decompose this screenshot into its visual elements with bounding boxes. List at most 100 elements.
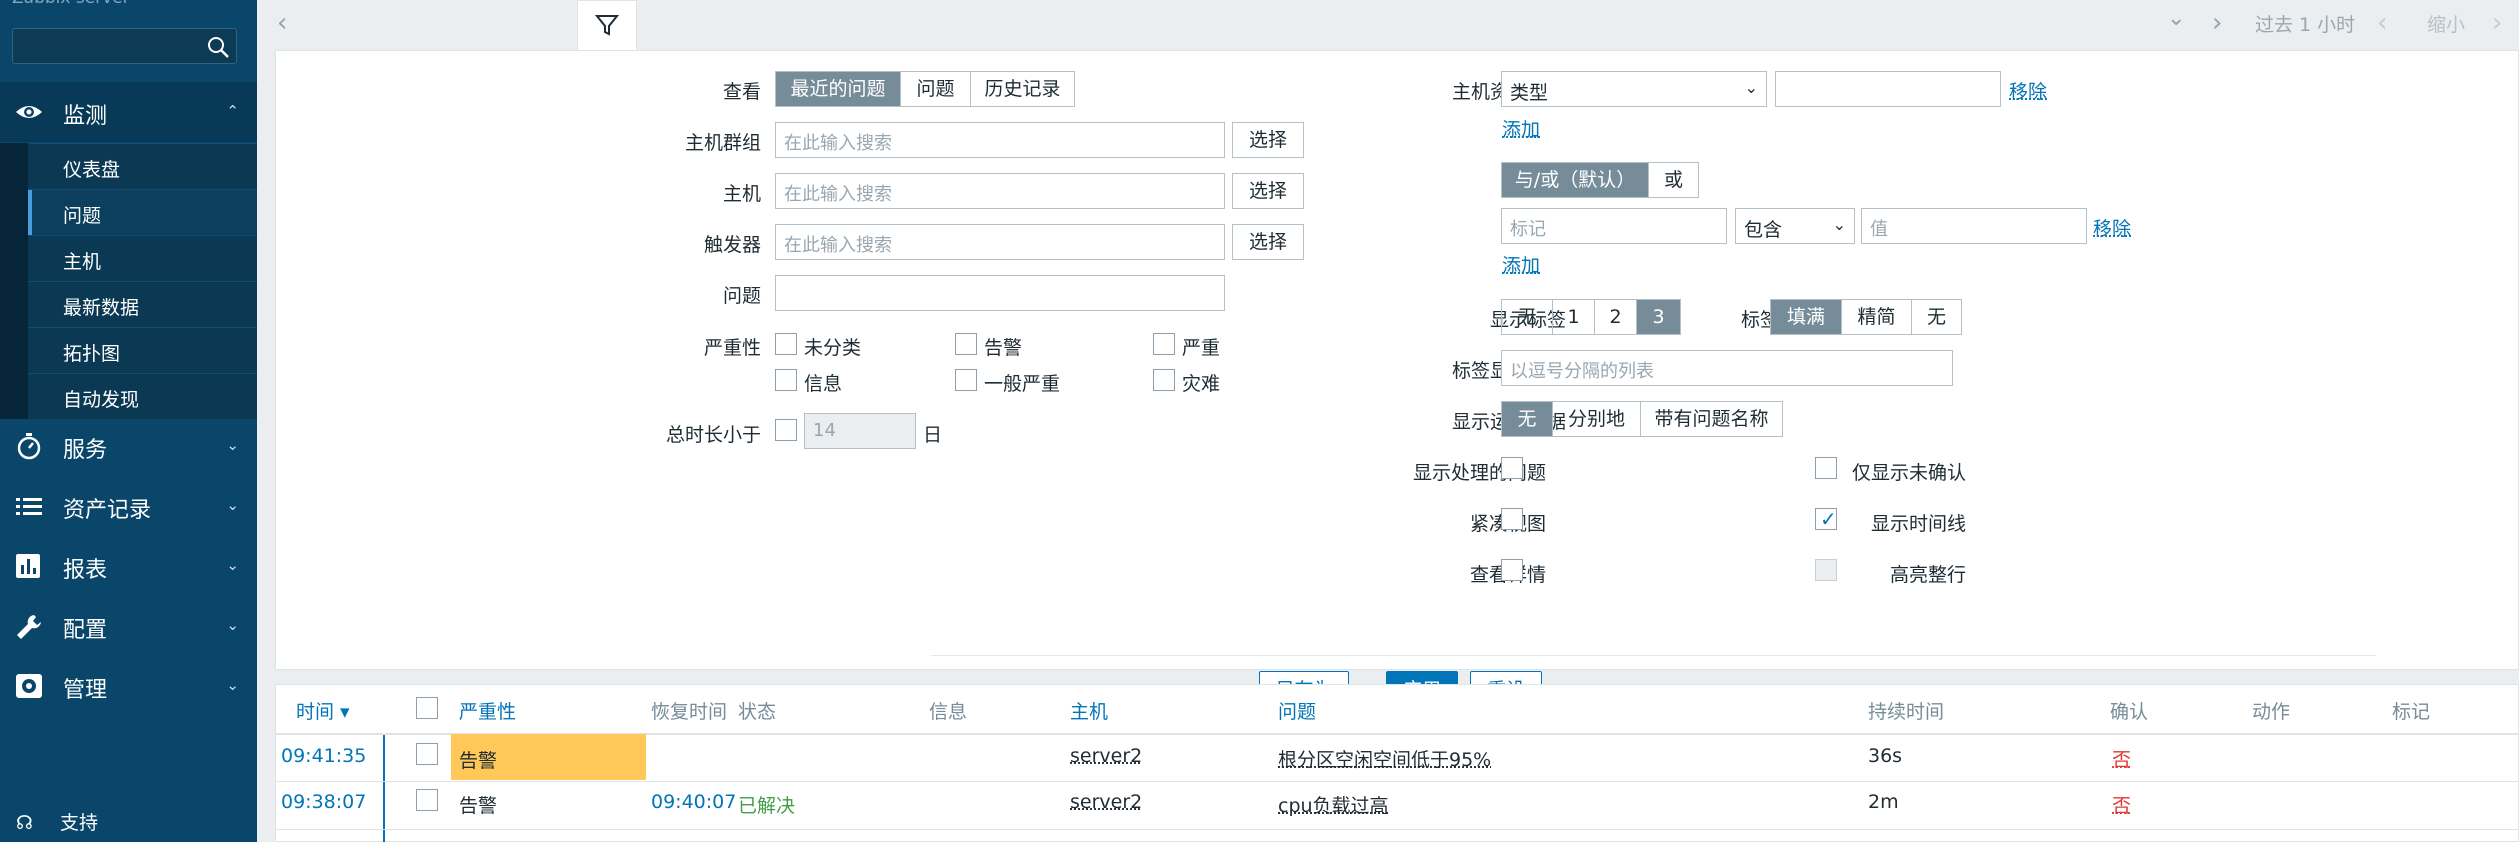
ack-link[interactable]: 否 [2112, 791, 2131, 818]
chevron-down-icon[interactable]: ⌄ [2167, 6, 2185, 31]
severity-cell: 告警 [451, 734, 646, 780]
view-recent-problems[interactable]: 最近的问题 [776, 72, 900, 106]
problem-time-link[interactable]: 09:41:35 [281, 745, 366, 767]
status-resolved: 已解决 [738, 791, 795, 818]
inventory-type-select[interactable]: 类型 ⌄ [1501, 71, 1767, 107]
opdata-none[interactable]: 无 [1502, 402, 1552, 436]
show-tags-none[interactable]: 无 [1502, 300, 1552, 334]
menu-administration[interactable]: 管理 ⌄ [0, 656, 257, 716]
inventory-value-input[interactable] [1775, 71, 2001, 107]
support-link[interactable]: ☊ 支持 [16, 808, 98, 835]
problem-input[interactable] [775, 275, 1225, 311]
trigger-input[interactable]: 在此输入搜索 [775, 224, 1225, 260]
tag-name-short[interactable]: 精简 [1841, 300, 1911, 334]
severity-cell: 告警 [459, 791, 497, 818]
wrench-icon [14, 612, 44, 640]
sidebar-search-input[interactable] [12, 28, 237, 64]
headset-icon: ☊ [16, 812, 38, 834]
show-tags-switch[interactable]: 无 1 2 3 [1501, 299, 1681, 335]
tag-name-format-switch[interactable]: 填满 精简 无 [1770, 299, 1962, 335]
problem-label: 问题 [656, 281, 761, 308]
show-tags-3[interactable]: 3 [1636, 300, 1680, 334]
submenu-maps[interactable]: 拓扑图 [28, 327, 257, 373]
severity-high-checkbox[interactable] [1153, 333, 1175, 355]
opdata-separately[interactable]: 分别地 [1552, 402, 1640, 436]
opdata-switch[interactable]: 无 分别地 带有问题名称 [1501, 401, 1783, 437]
host-link[interactable]: server2 [1070, 791, 1142, 813]
submenu-hosts[interactable]: 主机 [28, 235, 257, 281]
severity-not-classified-checkbox[interactable] [775, 333, 797, 355]
tag-operator-select[interactable]: 包含 ⌄ [1735, 208, 1855, 244]
top-bar: ‹ ⌄ › 过去 1 小时 ‹ 缩小 › [257, 0, 2519, 50]
compact-view-checkbox[interactable] [1501, 508, 1523, 530]
trigger-select-button[interactable]: 选择 [1232, 224, 1304, 260]
view-history[interactable]: 历史记录 [970, 72, 1074, 106]
tag-priority-input[interactable]: 以逗号分隔的列表 [1501, 350, 1953, 386]
host-input[interactable]: 在此输入搜索 [775, 173, 1225, 209]
tags-or[interactable]: 或 [1648, 163, 1698, 197]
column-time[interactable]: 时间 ▾ [296, 697, 350, 724]
monitoring-submenu: 仪表盘 问题 主机 最新数据 拓扑图 自动发现 [0, 143, 257, 419]
tag-add-link[interactable]: 添加 [1502, 251, 1540, 278]
opdata-with-problem[interactable]: 带有问题名称 [1640, 402, 1782, 436]
menu-label: 配置 [63, 612, 107, 644]
submenu-discovery[interactable]: 自动发现 [28, 373, 257, 419]
view-switch[interactable]: 最近的问题 问题 历史记录 [775, 71, 1075, 107]
tab-filter[interactable] [577, 0, 637, 52]
menu-label: 服务 [63, 432, 107, 464]
menu-services[interactable]: 服务 ⌄ [0, 416, 257, 476]
tags-and-or[interactable]: 与/或（默认） [1502, 163, 1648, 197]
show-tags-1[interactable]: 1 [1552, 300, 1594, 334]
time-period-label[interactable]: 过去 1 小时 [2255, 10, 2355, 37]
unack-only-checkbox[interactable] [1815, 457, 1837, 479]
column-problem[interactable]: 问题 [1278, 697, 1316, 724]
chevron-right-icon[interactable]: › [2212, 8, 2222, 38]
host-select-button[interactable]: 选择 [1232, 173, 1304, 209]
problem-time-link[interactable]: 09:38:07 [281, 791, 366, 813]
eye-icon [14, 98, 44, 126]
chevron-left-icon[interactable]: ‹ [277, 8, 287, 38]
menu-inventory[interactable]: 资产记录 ⌄ [0, 476, 257, 536]
search-icon[interactable] [206, 35, 230, 59]
ack-link[interactable]: 否 [2112, 745, 2131, 772]
tag-name-none[interactable]: 无 [1911, 300, 1961, 334]
column-host[interactable]: 主机 [1070, 697, 1108, 724]
show-details-checkbox[interactable] [1501, 559, 1523, 581]
inventory-add-link[interactable]: 添加 [1502, 115, 1540, 142]
problem-link[interactable]: cpu负载过高 [1278, 791, 1389, 818]
show-tags-2[interactable]: 2 [1594, 300, 1636, 334]
show-timeline-checkbox[interactable]: ✓ [1815, 508, 1837, 530]
tags-evaltype-switch[interactable]: 与/或（默认） 或 [1501, 162, 1699, 198]
menu-configuration[interactable]: 配置 ⌄ [0, 596, 257, 656]
severity-average-checkbox[interactable] [955, 369, 977, 391]
tag-remove-link[interactable]: 移除 [2093, 214, 2131, 241]
host-group-select-button[interactable]: 选择 [1232, 122, 1304, 158]
host-group-input[interactable]: 在此输入搜索 [775, 122, 1225, 158]
severity-information-checkbox[interactable] [775, 369, 797, 391]
tag-value-input[interactable]: 值 [1861, 208, 2087, 244]
submenu-latest-data[interactable]: 最新数据 [28, 281, 257, 327]
show-suppressed-checkbox[interactable] [1501, 457, 1523, 479]
brand-label: Zabbix server [12, 0, 130, 8]
tag-name-input[interactable]: 标记 [1501, 208, 1727, 244]
row-checkbox[interactable] [416, 743, 438, 765]
submenu-dashboard[interactable]: 仪表盘 [28, 143, 257, 189]
severity-option-label: 信息 [804, 369, 842, 396]
column-severity[interactable]: 严重性 [459, 697, 516, 724]
severity-disaster-checkbox[interactable] [1153, 369, 1175, 391]
severity-warning-checkbox[interactable] [955, 333, 977, 355]
age-label: 总时长小于 [636, 420, 761, 447]
inventory-remove-link[interactable]: 移除 [2009, 77, 2047, 104]
view-label: 查看 [676, 77, 761, 104]
age-checkbox[interactable] [775, 419, 797, 441]
host-link[interactable]: server2 [1070, 745, 1142, 767]
recovery-time-link[interactable]: 09:40:07 [651, 791, 736, 813]
select-all-checkbox[interactable] [416, 697, 438, 719]
menu-monitoring[interactable]: 监测 ⌃ [0, 82, 257, 142]
view-problems[interactable]: 问题 [900, 72, 970, 106]
problem-link[interactable]: 根分区空闲空间低于95% [1278, 745, 1491, 772]
tag-name-full[interactable]: 填满 [1771, 300, 1841, 334]
menu-reports[interactable]: 报表 ⌄ [0, 536, 257, 596]
row-checkbox[interactable] [416, 789, 438, 811]
submenu-problems[interactable]: 问题 [28, 189, 257, 235]
